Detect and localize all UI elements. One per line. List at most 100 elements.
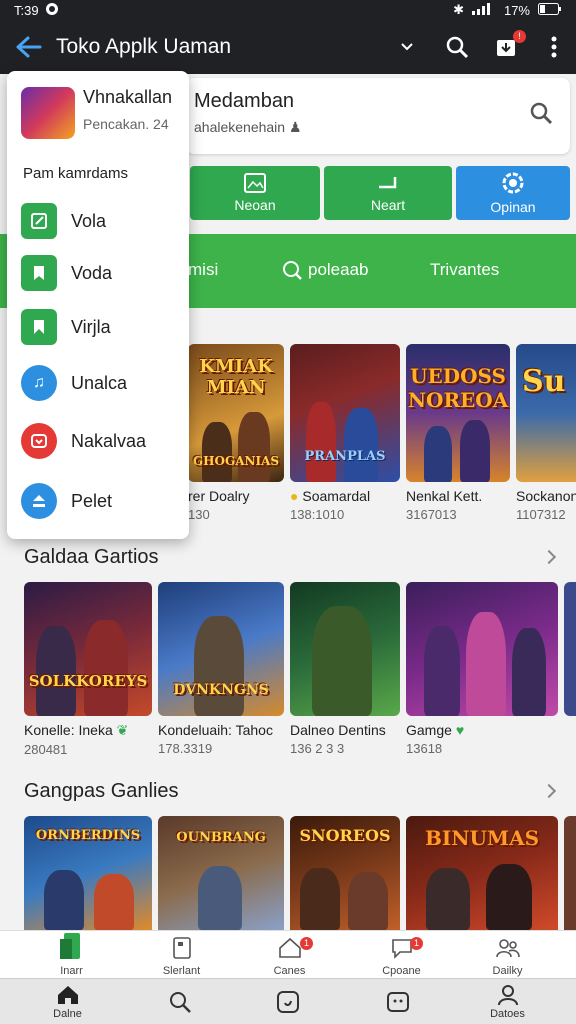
menu-item-unalca[interactable]: ♫ Unalca	[21, 365, 127, 401]
game-card[interactable]: BINUMAS	[406, 816, 558, 930]
smile-icon	[276, 991, 299, 1013]
game-card[interactable]: SOLKKOREYS Konelle: Ineka ❦ 280481	[24, 582, 152, 757]
sync-icon	[45, 2, 59, 19]
cover-subtitle: GHOGANIAS	[192, 454, 280, 468]
game-name: Konelle: Ineka ❦	[24, 722, 129, 738]
home-icon	[57, 986, 78, 1004]
nav-item-misi[interactable]: misi	[188, 260, 218, 280]
tile-label: Neart	[370, 197, 406, 213]
battery-icon	[538, 2, 562, 18]
nav-profile[interactable]: Datoes	[450, 979, 565, 1024]
game-card[interactable]	[564, 582, 576, 716]
notification-badge: !	[513, 30, 526, 43]
game-card[interactable]: UEDOSS NOREOA Nenkal Kett. 3167013	[406, 344, 510, 522]
tile-opinan[interactable]: Opinan	[456, 166, 570, 220]
nav-apps[interactable]	[340, 979, 455, 1024]
game-cover: UEDOSS NOREOA	[406, 344, 510, 482]
image-icon	[244, 173, 266, 193]
cover-title: DVNKNGNS	[173, 682, 269, 698]
tag-icon	[21, 255, 57, 291]
nav-home[interactable]: Dalne	[10, 979, 125, 1024]
game-cover: SOLKKOREYS	[24, 582, 152, 716]
home-icon	[278, 937, 301, 958]
tile-neart[interactable]: Neart	[324, 166, 452, 220]
menu-item-virjla[interactable]: Virjla	[21, 309, 111, 345]
tab-label: Cpoane	[382, 965, 421, 977]
game-cover	[564, 582, 576, 716]
music-icon: ♫	[21, 365, 57, 401]
menu-header-title: Vhnakallan	[83, 87, 173, 107]
tab-cpoane[interactable]: 1 Cpoane	[344, 931, 459, 979]
game-card[interactable]: SNOREOS	[290, 816, 400, 930]
tab-slerlant[interactable]: Slerlant	[124, 931, 239, 979]
menu-item-voda[interactable]: Voda	[21, 255, 112, 291]
nav-search[interactable]	[122, 979, 237, 1024]
game-name: Gamge ♥	[406, 722, 465, 738]
game-card[interactable]: Su Sockanon 1107312	[516, 344, 576, 522]
tab-label: Inarr	[60, 965, 83, 977]
game-card[interactable]: KMIAK MIAN GHOGANIAS rer Doalry 130	[188, 344, 284, 522]
tab-dailky[interactable]: Dailky	[450, 931, 565, 979]
game-card[interactable]: Gamge ♥ 13618	[406, 582, 558, 756]
search-icon[interactable]	[528, 100, 554, 131]
download-icon	[21, 483, 57, 519]
game-count: 13618	[406, 741, 443, 756]
game-cover: SNOREOS	[290, 816, 400, 930]
nav-label: Trivantes	[430, 260, 500, 279]
game-card[interactable]: OUNBRANG	[158, 816, 284, 930]
chevron-right-icon[interactable]	[541, 549, 557, 565]
dropdown-button[interactable]	[382, 20, 432, 74]
corner-icon	[379, 177, 397, 189]
game-card[interactable]	[564, 816, 576, 930]
person-icon	[497, 985, 518, 1006]
game-cover: Su	[516, 344, 576, 482]
tab-inarr[interactable]: Inarr	[14, 931, 129, 979]
tab-label: Dailky	[492, 965, 523, 977]
cover-title: OUNBRANG	[176, 830, 266, 845]
more-options-button[interactable]	[532, 20, 576, 74]
game-cover	[564, 816, 576, 930]
game-cover: OUNBRANG	[158, 816, 284, 930]
nav-item-trivantes[interactable]: Trivantes	[430, 260, 499, 280]
coin-icon: ●	[290, 488, 299, 504]
tab-canes[interactable]: 1 Canes	[232, 931, 347, 979]
chevron-right-icon[interactable]	[541, 783, 557, 799]
chevron-down-icon	[401, 43, 413, 51]
game-card[interactable]: Dalneo Dentins 136 2 3 3	[290, 582, 400, 756]
search-title: Medamban	[194, 90, 295, 112]
game-count: 280481	[24, 742, 68, 757]
popup-menu: Vhnakallan Pencakan. 24 Pam kamrdams Vol…	[7, 71, 189, 539]
game-count: 130	[188, 507, 210, 522]
game-count: 1107312	[516, 507, 566, 522]
search-subtitle: ahalekenehain ♟	[194, 119, 302, 135]
search-icon	[446, 36, 469, 59]
tile-label: Opinan	[490, 199, 536, 215]
app-title: Toko Applk Uaman	[56, 35, 232, 58]
nav-item-poleaab[interactable]: poleaab	[282, 260, 369, 280]
app-icon	[21, 87, 75, 139]
game-name: rer Doalry	[188, 488, 250, 504]
menu-item-label: Virjla	[71, 316, 111, 337]
app-bar: Toko Applk Uaman !	[0, 20, 576, 74]
cover-title: Su	[522, 364, 566, 399]
tile-neoan[interactable]: Neoan	[190, 166, 320, 220]
game-cover: PRANPLAS	[290, 344, 400, 482]
notification-badge: 1	[410, 937, 423, 950]
menu-item-vola[interactable]: Vola	[21, 203, 106, 239]
game-card[interactable]: ORNBERDINS	[24, 816, 152, 930]
downloads-button[interactable]: !	[482, 20, 532, 74]
bottom-nav-bar: Dalne Datoes	[0, 978, 576, 1024]
game-count: 178.3319	[158, 741, 213, 756]
menu-item-nakalvaa[interactable]: Nakalvaa	[21, 423, 146, 459]
search-card[interactable]: Medamban ahalekenehain ♟	[186, 78, 570, 154]
game-card[interactable]: DVNKNGNS Kondeluaih: Tahoc 178.3319	[158, 582, 284, 756]
cover-title: SOLKKOREYS	[28, 672, 148, 690]
game-card[interactable]: PRANPLAS ● Soamardal 138:1010	[290, 344, 400, 522]
cover-title: UEDOSS NOREOA	[407, 364, 509, 412]
game-name: Kondeluaih: Tahoc	[158, 722, 273, 738]
search-button[interactable]	[432, 20, 482, 74]
back-button[interactable]	[0, 20, 56, 74]
nav-games[interactable]	[230, 979, 345, 1024]
game-name: Nenkal Kett.	[406, 488, 483, 504]
menu-item-pelet[interactable]: Pelet	[21, 483, 112, 519]
